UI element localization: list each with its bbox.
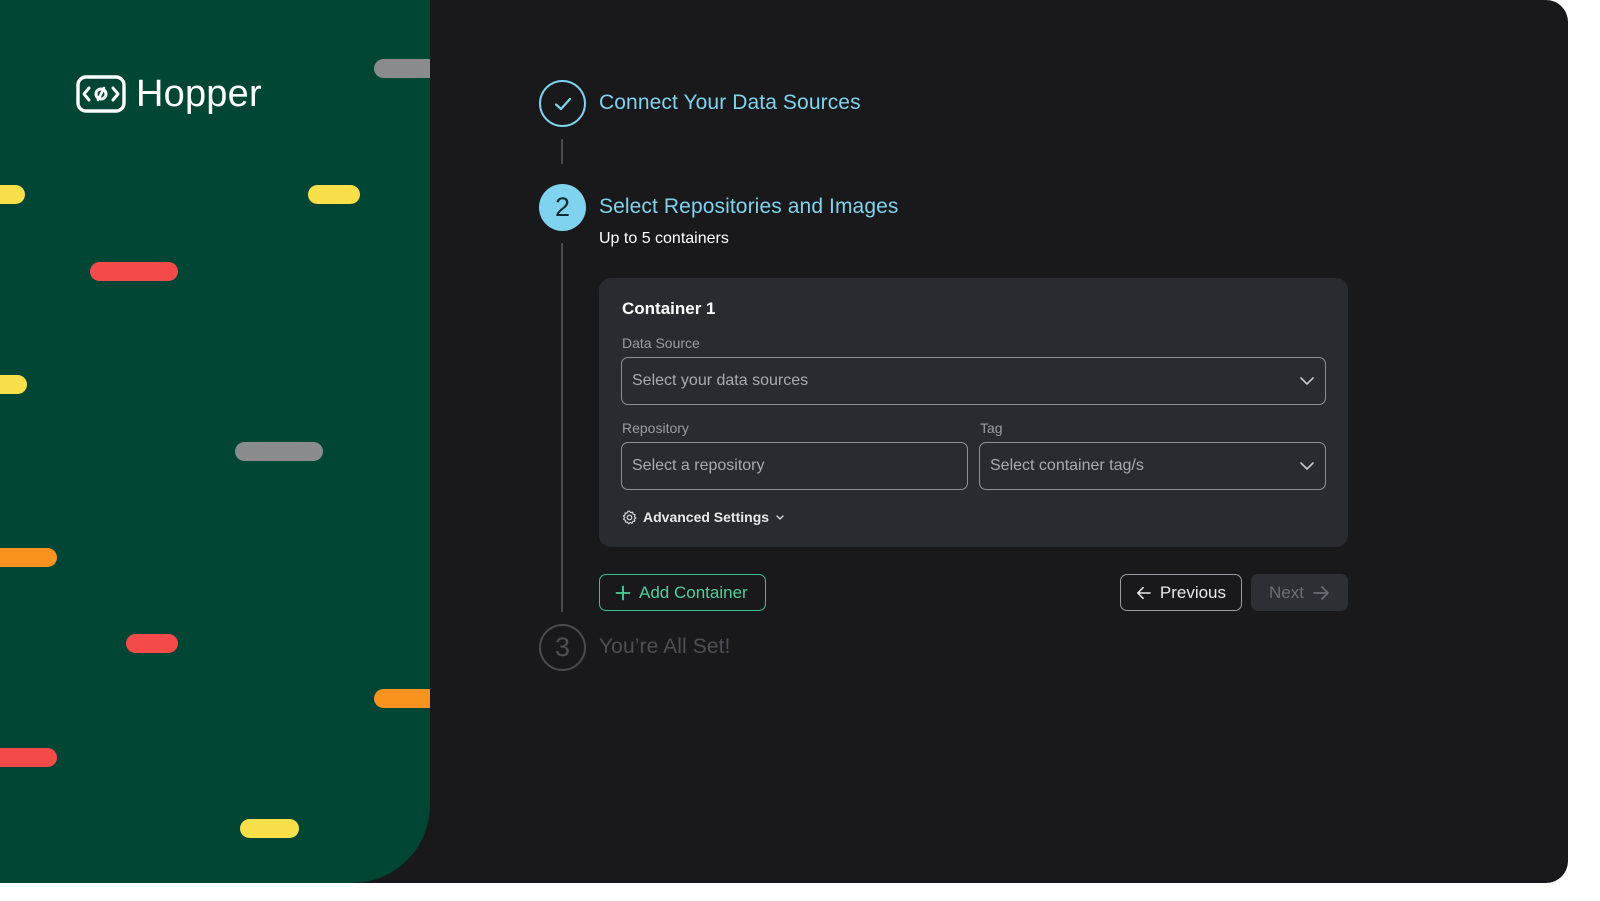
repository-placeholder: Select a repository xyxy=(632,457,765,474)
arrow-right-icon xyxy=(1313,585,1329,600)
step-connector xyxy=(561,139,563,164)
decorative-pill xyxy=(90,262,178,281)
container-title: Container 1 xyxy=(622,299,716,318)
previous-label: Previous xyxy=(1159,582,1226,602)
step-2-indicator: 2 xyxy=(539,184,586,231)
decorative-pill xyxy=(0,375,27,394)
repository-label: Repository xyxy=(622,420,689,436)
decorative-pill xyxy=(308,185,360,204)
next-label: Next xyxy=(1269,582,1304,602)
tag-placeholder: Select container tag/s xyxy=(990,457,1144,474)
data-source-placeholder: Select your data sources xyxy=(632,372,809,389)
decorative-pill xyxy=(0,185,25,204)
chevron-down-icon xyxy=(1300,377,1314,385)
step-1-indicator xyxy=(539,80,586,127)
step-3-indicator: 3 xyxy=(539,624,586,671)
arrow-left-icon xyxy=(1137,586,1151,599)
container-card: Container 1 Data Source Select your data… xyxy=(599,278,1348,547)
onboarding-window: Hopper Connect Your Data Sources 2 Selec… xyxy=(0,0,1568,883)
chevron-down-icon xyxy=(776,515,784,520)
advanced-settings-toggle[interactable]: Advanced Settings xyxy=(622,509,785,525)
check-icon xyxy=(554,97,571,110)
step-2-title: Select Repositories and Images xyxy=(599,195,899,218)
decorative-pill xyxy=(374,689,430,708)
brand-panel: Hopper xyxy=(0,0,430,883)
step-connector xyxy=(561,243,563,612)
step-2-subtitle: Up to 5 containers xyxy=(599,230,729,247)
tag-select[interactable]: Select container tag/s xyxy=(979,442,1326,490)
decorative-pill xyxy=(374,59,430,78)
decorative-pill xyxy=(0,748,57,767)
eye-code-icon xyxy=(76,75,126,113)
add-container-label: Add Container xyxy=(639,582,748,602)
step-1-title: Connect Your Data Sources xyxy=(599,91,861,114)
previous-button[interactable]: Previous xyxy=(1120,574,1242,611)
add-container-button[interactable]: Add Container xyxy=(599,574,766,611)
repository-select[interactable]: Select a repository xyxy=(621,442,968,490)
chevron-down-icon xyxy=(1300,462,1314,470)
decorative-pill xyxy=(235,442,323,461)
decorative-pill xyxy=(240,819,299,838)
decorative-pill xyxy=(126,634,178,653)
advanced-settings-label: Advanced Settings xyxy=(643,509,770,525)
data-source-label: Data Source xyxy=(622,335,700,351)
tag-label: Tag xyxy=(980,420,1003,436)
step-3-title: You’re All Set! xyxy=(599,635,731,658)
data-source-select[interactable]: Select your data sources xyxy=(621,357,1326,405)
plus-icon xyxy=(615,585,631,600)
logo: Hopper xyxy=(76,74,262,114)
gear-icon xyxy=(622,510,637,524)
next-button[interactable]: Next xyxy=(1251,574,1348,611)
brand-name: Hopper xyxy=(136,73,262,115)
decorative-pill xyxy=(0,548,57,567)
